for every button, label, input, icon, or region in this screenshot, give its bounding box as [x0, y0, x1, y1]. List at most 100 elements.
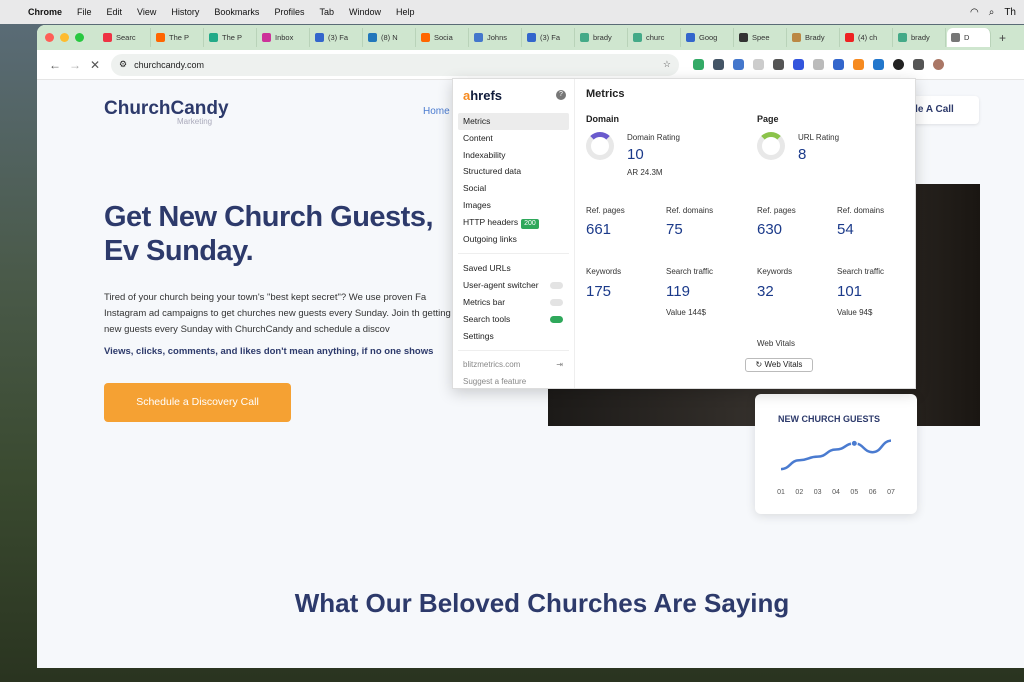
domain-keywords[interactable]: 175	[586, 283, 611, 300]
nav-home-link[interactable]: Home	[423, 106, 450, 117]
menu-settings[interactable]: Settings	[458, 328, 569, 345]
browser-tab[interactable]: brady	[576, 28, 628, 47]
domain-traffic[interactable]: 119	[666, 283, 690, 300]
close-window-icon[interactable]	[45, 33, 54, 42]
browser-tab[interactable]: (8) N	[364, 28, 416, 47]
menu-outgoing-links[interactable]: Outgoing links	[458, 231, 569, 248]
exit-icon[interactable]: ⇥	[556, 357, 563, 374]
browser-tab[interactable]: brady	[894, 28, 946, 47]
metrics-panel: Metrics Domain Domain Rating 10 AR 24.3M…	[575, 79, 915, 388]
menu-view[interactable]: View	[137, 7, 156, 17]
page-ref-pages[interactable]: 630	[757, 221, 782, 238]
extension-icon[interactable]	[773, 59, 784, 70]
browser-tab[interactable]: Brady	[788, 28, 840, 47]
metrics-bar-toggle[interactable]	[550, 298, 563, 306]
user-agent-toggle[interactable]	[550, 282, 563, 290]
menu-bookmarks[interactable]: Bookmarks	[214, 7, 259, 17]
menu-edit[interactable]: Edit	[107, 7, 123, 17]
browser-tab[interactable]: The P	[152, 28, 204, 47]
domain-traffic-value: Value 144$	[666, 308, 706, 317]
browser-tab[interactable]: Spee	[735, 28, 787, 47]
search-tools-toggle[interactable]	[550, 315, 563, 323]
extension-icon[interactable]	[753, 59, 764, 70]
menu-metrics[interactable]: Metrics	[458, 113, 569, 130]
profile-avatar[interactable]	[933, 59, 944, 70]
browser-tab[interactable]: (3) Fa	[523, 28, 575, 47]
site-settings-icon[interactable]: ⚙	[119, 59, 127, 70]
menu-file[interactable]: File	[77, 7, 92, 17]
discovery-call-button[interactable]: Schedule a Discovery Call	[104, 383, 291, 422]
menubar-right-text: Th	[1004, 6, 1016, 18]
extension-icon[interactable]	[793, 59, 804, 70]
minimize-window-icon[interactable]	[60, 33, 69, 42]
domain-ref-pages[interactable]: 661	[586, 221, 611, 238]
menu-help[interactable]: Help	[396, 7, 415, 17]
extension-icon[interactable]	[733, 59, 744, 70]
ahrefs-extension-icon[interactable]	[853, 59, 864, 70]
address-bar[interactable]: ⚙ churchcandy.com ☆	[111, 53, 679, 76]
menu-profiles[interactable]: Profiles	[274, 7, 304, 17]
page-ref-domains[interactable]: 54	[837, 221, 854, 238]
guests-tick-label: 03	[814, 489, 822, 496]
web-vitals-button[interactable]: ↻ Web Vitals	[745, 358, 813, 372]
menu-metrics-bar[interactable]: Metrics bar	[458, 294, 569, 311]
menu-indexability[interactable]: Indexability	[458, 147, 569, 164]
menu-images[interactable]: Images	[458, 197, 569, 214]
browser-tab[interactable]: The P	[205, 28, 257, 47]
extension-icon[interactable]	[713, 59, 724, 70]
browser-tab[interactable]: Inbox	[258, 28, 310, 47]
menu-user-agent[interactable]: User-agent switcher	[458, 277, 569, 294]
domain-heading: Domain	[586, 114, 620, 124]
suggest-feature-link[interactable]: Suggest a feature	[458, 374, 569, 391]
search-icon[interactable]: ⌕	[989, 7, 995, 18]
browser-tab[interactable]: (4) ch	[841, 28, 893, 47]
browser-tab[interactable]: Searc	[99, 28, 151, 47]
domain-rating-ring	[586, 132, 614, 160]
menu-tab[interactable]: Tab	[319, 7, 334, 17]
extension-icon[interactable]	[813, 59, 824, 70]
browser-tab[interactable]: (3) Fa	[311, 28, 363, 47]
browser-tab[interactable]: Socia	[417, 28, 469, 47]
browser-tab[interactable]: churc	[629, 28, 681, 47]
tab-favicon-icon	[686, 33, 695, 42]
puzzle-icon[interactable]	[913, 59, 924, 70]
menu-saved-urls[interactable]: Saved URLs	[458, 260, 569, 277]
bookmark-star-icon[interactable]: ☆	[663, 59, 671, 70]
tab-favicon-icon	[421, 33, 430, 42]
menu-http-headers[interactable]: HTTP headers 200	[458, 214, 569, 231]
menu-social[interactable]: Social	[458, 180, 569, 197]
menu-search-tools[interactable]: Search tools	[458, 311, 569, 328]
tab-favicon-icon	[792, 33, 801, 42]
url-rating-ring	[757, 132, 785, 160]
wifi-icon[interactable]: ◠	[970, 7, 979, 18]
menu-history[interactable]: History	[171, 7, 199, 17]
browser-tab[interactable]: D	[947, 28, 991, 47]
new-tab-icon[interactable]: +	[999, 31, 1006, 45]
domain-rating-value[interactable]: 10	[627, 146, 644, 163]
footer-link[interactable]: blitzmetrics.com ⇥	[458, 357, 569, 374]
extension-icon[interactable]	[893, 59, 904, 70]
help-icon[interactable]: ?	[556, 90, 566, 100]
ahrefs-logo: ahrefs	[463, 88, 503, 103]
menu-app[interactable]: Chrome	[28, 7, 62, 17]
menu-structured-data[interactable]: Structured data	[458, 163, 569, 180]
extension-icon[interactable]	[833, 59, 844, 70]
browser-tab[interactable]: Goog	[682, 28, 734, 47]
menu-window[interactable]: Window	[349, 7, 381, 17]
zoom-window-icon[interactable]	[75, 33, 84, 42]
menu-content[interactable]: Content	[458, 130, 569, 147]
tab-label: brady	[593, 33, 612, 42]
domain-traffic-label: Search traffic	[666, 267, 713, 276]
page-traffic[interactable]: 101	[837, 283, 862, 300]
browser-tab[interactable]: Johns	[470, 28, 522, 47]
page-keywords[interactable]: 32	[757, 283, 774, 300]
dropbox-icon[interactable]	[873, 59, 884, 70]
back-icon[interactable]: ←	[45, 58, 65, 72]
tab-favicon-icon	[474, 33, 483, 42]
stop-icon[interactable]: ✕	[85, 58, 105, 72]
extension-icon[interactable]	[693, 59, 704, 70]
forward-icon[interactable]: →	[65, 58, 85, 72]
url-rating-value[interactable]: 8	[798, 146, 806, 163]
web-vitals-label: Web Vitals	[757, 339, 795, 348]
domain-ref-domains[interactable]: 75	[666, 221, 683, 238]
